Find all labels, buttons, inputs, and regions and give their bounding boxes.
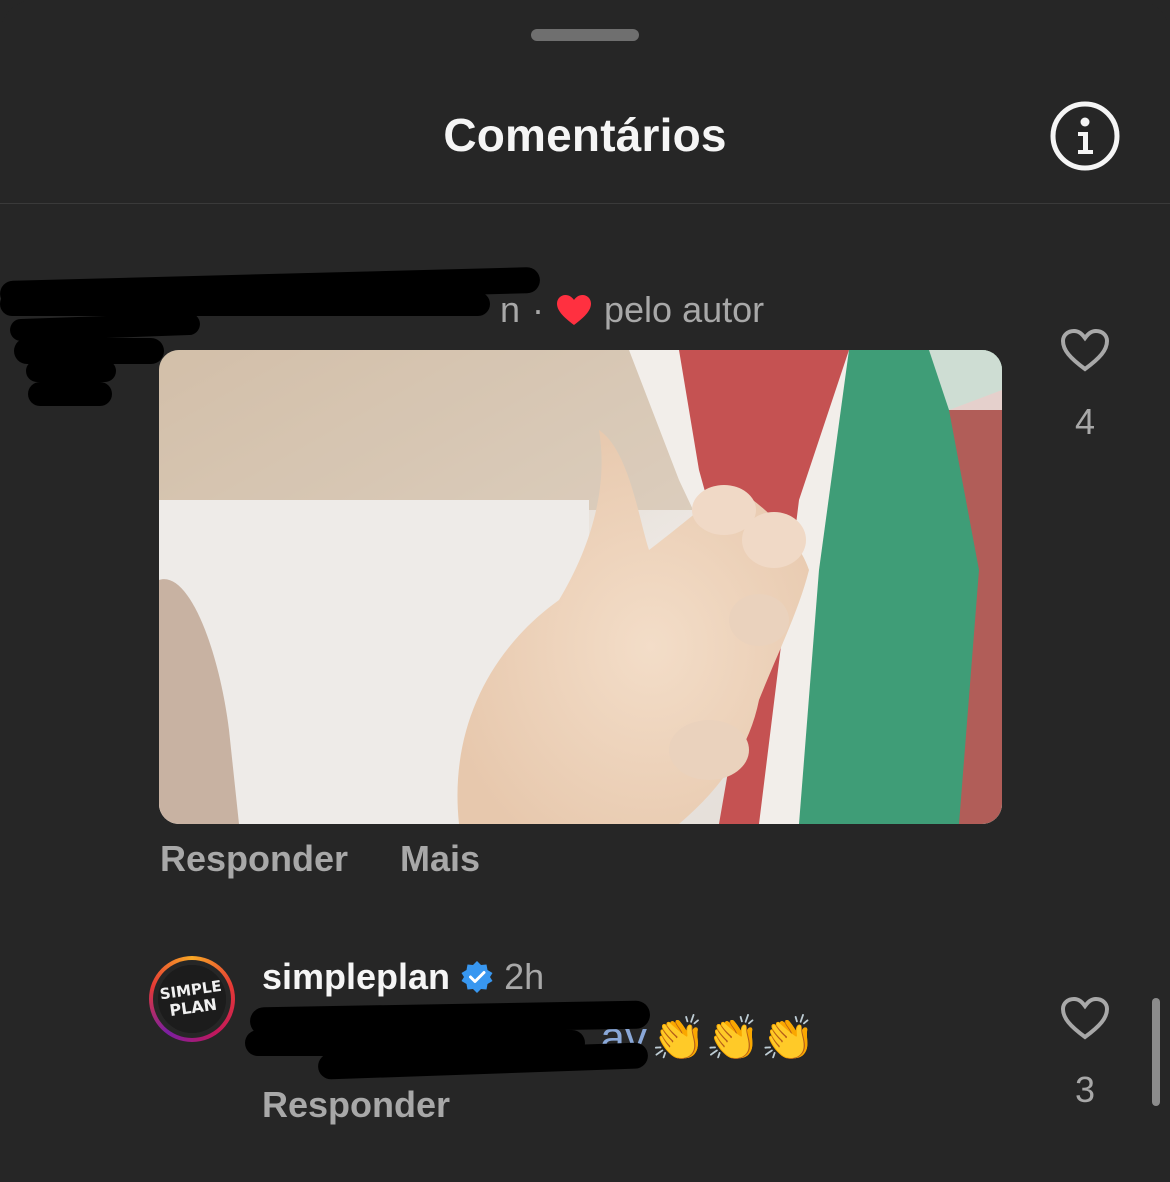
verified-badge-icon [461,961,493,993]
info-circle-icon[interactable] [1050,101,1120,171]
meta-separator: · [532,289,544,330]
like-count: 3 [1074,1069,1096,1110]
page-title: Comentários [443,109,727,161]
comment-2-actions: Responder [262,1084,450,1126]
comment-1-actions: Responder Mais [160,838,480,880]
simpleplan-logo-icon: SIMPLE PLAN [158,965,226,1033]
comment-2-time: 2h [504,956,545,997]
scrollbar[interactable] [1152,998,1160,1106]
heart-outline-icon[interactable] [1060,996,1110,1040]
redaction-mark [28,382,112,406]
comment-2-username[interactable]: simpleplan [262,956,450,998]
comment-2-like: 3 [1055,996,1115,1111]
avatar[interactable]: SIMPLE PLAN [149,956,235,1042]
more-button[interactable]: Mais [400,838,480,880]
comments-sheet: Comentários n · pelo autor Responder Mai… [0,0,1170,1182]
reply-button[interactable]: Responder [262,1084,450,1125]
redaction-mark [0,292,490,316]
comment-2-meta: simpleplan 2h [262,954,544,1000]
comment-gif-image[interactable] [159,350,1002,824]
redaction-mark [26,360,116,382]
clap-emoji: 👏👏👏 [651,1014,816,1063]
sheet-grabber[interactable] [531,29,639,41]
heart-outline-icon[interactable] [1060,328,1110,372]
liked-by-author-label: pelo autor [604,289,765,330]
comment-1-like: 4 [1055,328,1115,443]
reply-button[interactable]: Responder [160,838,348,880]
header-divider [0,203,1170,204]
heart-filled-icon [557,295,591,325]
like-count: 4 [1074,401,1096,442]
